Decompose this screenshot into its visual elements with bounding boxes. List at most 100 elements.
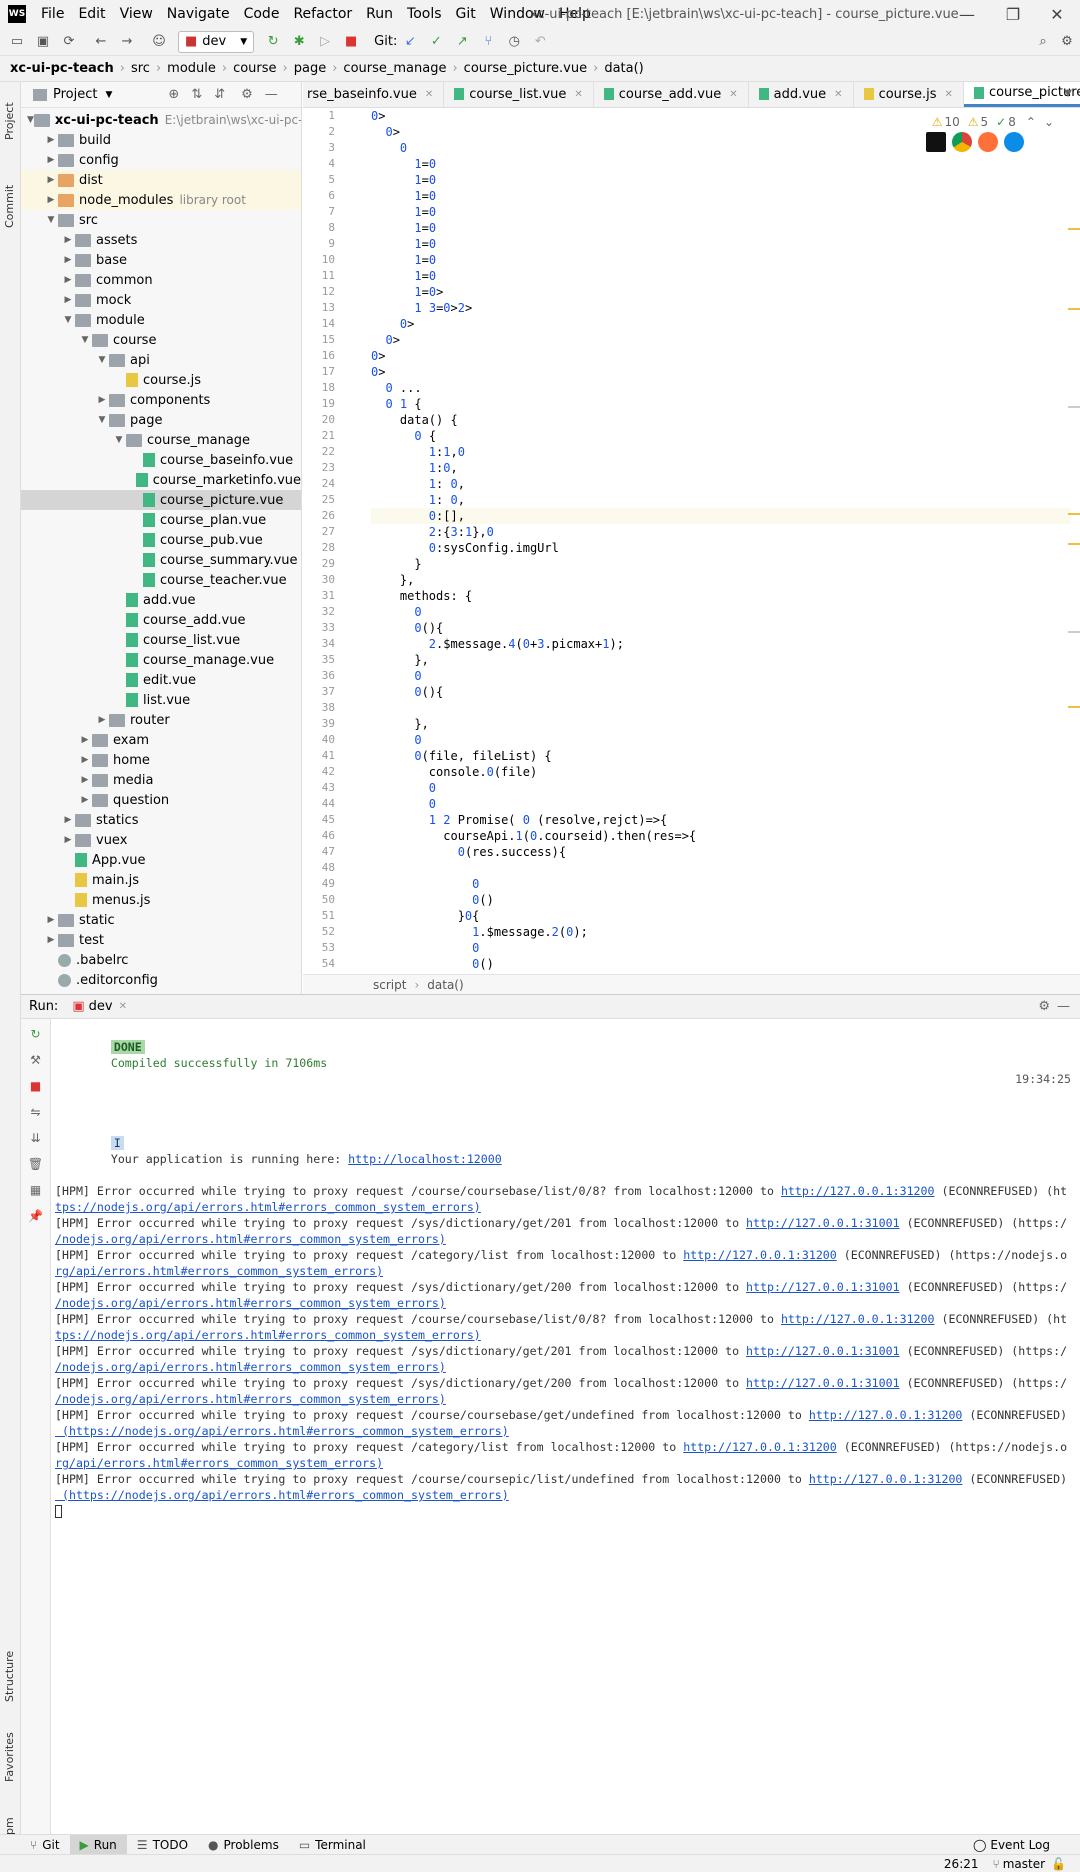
- breadcrumb-item[interactable]: xc-ui-pc-teach: [10, 61, 114, 76]
- menu-run[interactable]: Run: [359, 6, 400, 22]
- docs-link[interactable]: /nodejs.org/api/errors.html#errors_commo…: [55, 1232, 446, 1246]
- chevron-right-icon[interactable]: ▶: [78, 755, 92, 765]
- code-line[interactable]: 0 {: [371, 428, 1071, 444]
- hide-icon[interactable]: —: [1057, 999, 1070, 1014]
- localhost-link[interactable]: http://localhost:12000: [348, 1152, 502, 1166]
- commit-tool-button[interactable]: Commit: [3, 185, 16, 228]
- scroll-to-end-icon[interactable]: ⇊: [21, 1127, 50, 1149]
- tree-item[interactable]: .babelrc: [21, 950, 301, 970]
- chevron-down-icon[interactable]: ▼: [44, 215, 58, 225]
- code-line[interactable]: 1: 0,: [371, 476, 1071, 492]
- tree-item[interactable]: ▶ common: [21, 270, 301, 290]
- tree-item[interactable]: ▶ config: [21, 150, 301, 170]
- tree-item[interactable]: course.js: [21, 370, 301, 390]
- code-line[interactable]: 0>: [371, 364, 1071, 380]
- tree-item[interactable]: ▶ static: [21, 910, 301, 930]
- chevron-right-icon[interactable]: ▶: [61, 235, 75, 245]
- locate-icon[interactable]: ⊕: [168, 87, 179, 102]
- tree-item[interactable]: ▶ build: [21, 130, 301, 150]
- tree-item[interactable]: ▶ mock: [21, 290, 301, 310]
- tree-item[interactable]: ▶ statics: [21, 810, 301, 830]
- tree-item[interactable]: ▶ assets: [21, 230, 301, 250]
- tree-item[interactable]: ▶ question: [21, 790, 301, 810]
- down-arrow-icon[interactable]: ⌄: [1044, 115, 1054, 129]
- menu-file[interactable]: File: [34, 6, 71, 22]
- tree-item[interactable]: ▼ api: [21, 350, 301, 370]
- pin-icon[interactable]: 📌: [21, 1205, 50, 1227]
- editor-crumb-script[interactable]: script: [373, 978, 406, 992]
- code-line[interactable]: 0 1 {: [371, 396, 1071, 412]
- console-output[interactable]: DONE Compiled successfully in 7106ms 19:…: [55, 1021, 1075, 1831]
- tab-list-chevron-icon[interactable]: ▼: [1064, 88, 1072, 99]
- run-tab-dev[interactable]: dev: [89, 999, 113, 1014]
- console-cursor[interactable]: [55, 1505, 62, 1518]
- firefox-icon[interactable]: [978, 132, 998, 152]
- tree-item[interactable]: course_pub.vue: [21, 530, 301, 550]
- code-line[interactable]: 1=0: [371, 156, 1071, 172]
- bottom-tab-terminal[interactable]: ▭ Terminal: [289, 1838, 376, 1852]
- tree-item[interactable]: ▶ test: [21, 930, 301, 950]
- trash-icon[interactable]: 🗑: [21, 1153, 50, 1175]
- menu-edit[interactable]: Edit: [71, 6, 112, 22]
- code-line[interactable]: 0: [371, 940, 1071, 956]
- tree-item[interactable]: ▼ src: [21, 210, 301, 230]
- code-line[interactable]: 0>: [371, 348, 1071, 364]
- code-line[interactable]: }0{: [371, 908, 1071, 924]
- code-line[interactable]: 1=0: [371, 220, 1071, 236]
- breadcrumb-item[interactable]: src: [131, 61, 150, 76]
- close-tab-icon[interactable]: ✕: [834, 89, 842, 100]
- chevron-right-icon[interactable]: ▶: [44, 195, 58, 205]
- proxy-target-link[interactable]: http://127.0.0.1:31200: [683, 1440, 837, 1454]
- close-tab-icon[interactable]: ✕: [945, 89, 953, 100]
- code-line[interactable]: 2.$message.4(0+3.picmax+1);: [371, 636, 1071, 652]
- chevron-down-icon[interactable]: ▼: [78, 335, 92, 345]
- code-area[interactable]: 0> 0> 0 1=0 1=0 1=0 1=0 1=0 1=0 1=0 1=0 …: [371, 108, 1071, 974]
- chevron-right-icon[interactable]: ▶: [44, 915, 58, 925]
- tree-item[interactable]: course_picture.vue: [21, 490, 301, 510]
- code-line[interactable]: 1=0: [371, 204, 1071, 220]
- git-push-icon[interactable]: ↗: [451, 31, 473, 53]
- tree-item[interactable]: course_add.vue: [21, 610, 301, 630]
- tree-item[interactable]: ▶ exam: [21, 730, 301, 750]
- code-line[interactable]: 0:[],: [371, 508, 1071, 524]
- code-line[interactable]: [371, 700, 1071, 716]
- chevron-right-icon[interactable]: ▶: [95, 395, 109, 405]
- proxy-target-link[interactable]: http://127.0.0.1:31001: [746, 1280, 900, 1294]
- menu-navigate[interactable]: Navigate: [160, 6, 237, 22]
- tree-item[interactable]: ▶ router: [21, 710, 301, 730]
- tree-item[interactable]: ▼ page: [21, 410, 301, 430]
- gear-icon[interactable]: ⚙: [1038, 999, 1050, 1014]
- tree-item[interactable]: App.vue: [21, 850, 301, 870]
- tree-item[interactable]: ▶ base: [21, 250, 301, 270]
- docs-link[interactable]: tps://nodejs.org/api/errors.html#errors_…: [55, 1328, 481, 1342]
- chevron-right-icon[interactable]: ▶: [44, 935, 58, 945]
- code-line[interactable]: 1=0: [371, 252, 1071, 268]
- code-line[interactable]: 0(){: [371, 620, 1071, 636]
- chevron-right-icon[interactable]: ▶: [61, 255, 75, 265]
- soft-wrap-icon[interactable]: ⇋: [21, 1101, 50, 1123]
- bottom-tab-run[interactable]: ▶ Run: [69, 1834, 127, 1855]
- menu-refactor[interactable]: Refactor: [286, 6, 359, 22]
- proxy-target-link[interactable]: http://127.0.0.1:31200: [809, 1408, 963, 1422]
- code-line[interactable]: 1=0: [371, 236, 1071, 252]
- lock-icon[interactable]: 🔓: [1051, 1857, 1066, 1871]
- docs-link[interactable]: (https://nodejs.org/api/errors.html#erro…: [55, 1488, 509, 1502]
- docs-link[interactable]: /nodejs.org/api/errors.html#errors_commo…: [55, 1360, 446, 1374]
- code-line[interactable]: },: [371, 572, 1071, 588]
- sync-icon[interactable]: ⟳: [58, 31, 80, 53]
- proxy-target-link[interactable]: http://127.0.0.1:31200: [809, 1472, 963, 1486]
- code-line[interactable]: 1:0,: [371, 460, 1071, 476]
- menu-code[interactable]: Code: [237, 6, 287, 22]
- maximize-button[interactable]: ❐: [990, 0, 1036, 28]
- structure-tool-button[interactable]: Structure: [3, 1651, 16, 1702]
- project-panel-title[interactable]: Project: [53, 87, 97, 102]
- chevron-right-icon[interactable]: ▶: [78, 775, 92, 785]
- chevron-down-icon[interactable]: ▼: [95, 415, 109, 425]
- code-line[interactable]: methods: {: [371, 588, 1071, 604]
- git-update-icon[interactable]: ↙: [399, 31, 421, 53]
- editor-tab[interactable]: course_list.vue ✕: [444, 82, 594, 107]
- gear-icon[interactable]: ⚙: [241, 87, 253, 102]
- code-line[interactable]: console.0(file): [371, 764, 1071, 780]
- rerun-icon[interactable]: ↻: [262, 31, 284, 53]
- code-line[interactable]: 0: [371, 876, 1071, 892]
